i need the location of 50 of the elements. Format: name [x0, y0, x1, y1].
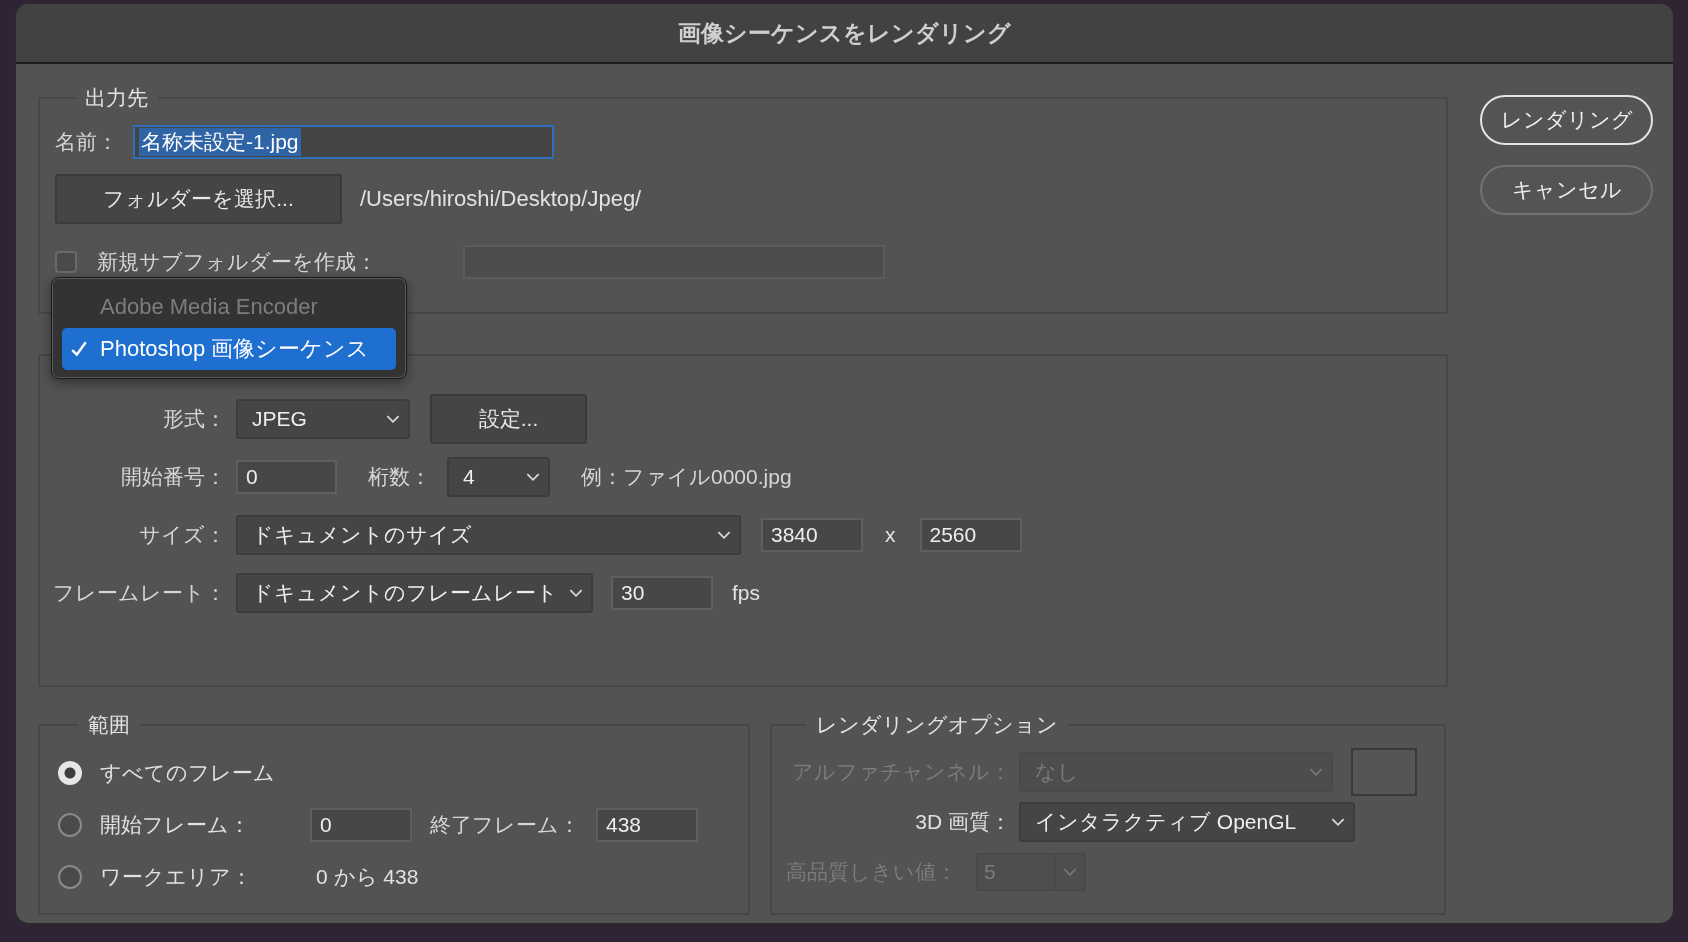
color-swatch[interactable]: [1351, 748, 1417, 796]
field-label: 3D 画質：: [914, 809, 1011, 835]
radio-button[interactable]: [58, 813, 82, 837]
chevron-icon: [1309, 767, 1323, 777]
radio-label: 開始フレーム：: [100, 812, 251, 838]
chevron-icon: [569, 588, 583, 598]
radio-button[interactable]: [58, 865, 82, 889]
radio-label: ワークエリア：: [100, 864, 253, 890]
width-field[interactable]: 3840: [761, 518, 863, 552]
range-text: 0 から 438: [316, 864, 419, 890]
section-title: 範囲: [87, 712, 131, 738]
fps-field[interactable]: 30: [611, 576, 713, 610]
field-label: 終了フレーム：: [430, 812, 580, 838]
separator-text: x: [885, 523, 896, 547]
quality-dropdown[interactable]: インタラクティブ OpenGL: [1019, 802, 1355, 842]
field-label: サイズ：: [138, 522, 226, 548]
cancel-button[interactable]: キャンセル: [1480, 165, 1653, 215]
end-frame-field[interactable]: 438: [596, 808, 698, 842]
field-label: 形式：: [162, 406, 226, 432]
check-icon: [70, 340, 88, 358]
format-dropdown[interactable]: JPEG: [236, 399, 410, 439]
chevron-icon: [1063, 867, 1077, 877]
chevron-icon: [1331, 817, 1345, 827]
example-text: 例：ファイル0000.jpg: [581, 464, 792, 490]
checkbox-label: 新規サブフォルダーを作成：: [97, 249, 378, 275]
render-button[interactable]: レンダリング: [1480, 95, 1653, 145]
field-label: フレームレート：: [52, 580, 226, 606]
input-field[interactable]: 名称未設定-1.jpg: [133, 125, 554, 159]
checkbox[interactable]: [55, 251, 77, 273]
radio-label: すべてのフレーム: [100, 760, 276, 786]
window-title: 画像シーケンスをレンダリング: [678, 18, 1011, 48]
input-field[interactable]: 0: [236, 460, 337, 494]
digits-dropdown[interactable]: 4: [447, 457, 550, 497]
size-dropdown[interactable]: ドキュメントのサイズ: [236, 515, 741, 555]
chevron-icon: [717, 530, 731, 540]
section-title: 出力先: [84, 85, 149, 111]
field-label: 開始番号：: [120, 464, 226, 490]
field-label: 名前：: [55, 129, 119, 155]
unit-label: fps: [732, 581, 760, 605]
section-title: レンダリングオプション: [815, 712, 1059, 738]
choose-folder-button[interactable]: フォルダーを選択...: [55, 174, 342, 224]
chevron-icon: [386, 414, 400, 424]
folder-path: /Users/hiroshi/Desktop/Jpeg/: [360, 186, 642, 212]
frame-rate-dropdown[interactable]: ドキュメントのフレームレート: [236, 573, 593, 613]
menu-item[interactable]: Photoshop 画像シーケンス: [62, 328, 396, 370]
settings-button[interactable]: 設定...: [430, 394, 587, 444]
field-label: 桁数：: [368, 464, 431, 490]
start-frame-field[interactable]: 0: [310, 808, 412, 842]
height-field[interactable]: 2560: [919, 518, 1022, 552]
chevron-icon: [526, 472, 540, 482]
